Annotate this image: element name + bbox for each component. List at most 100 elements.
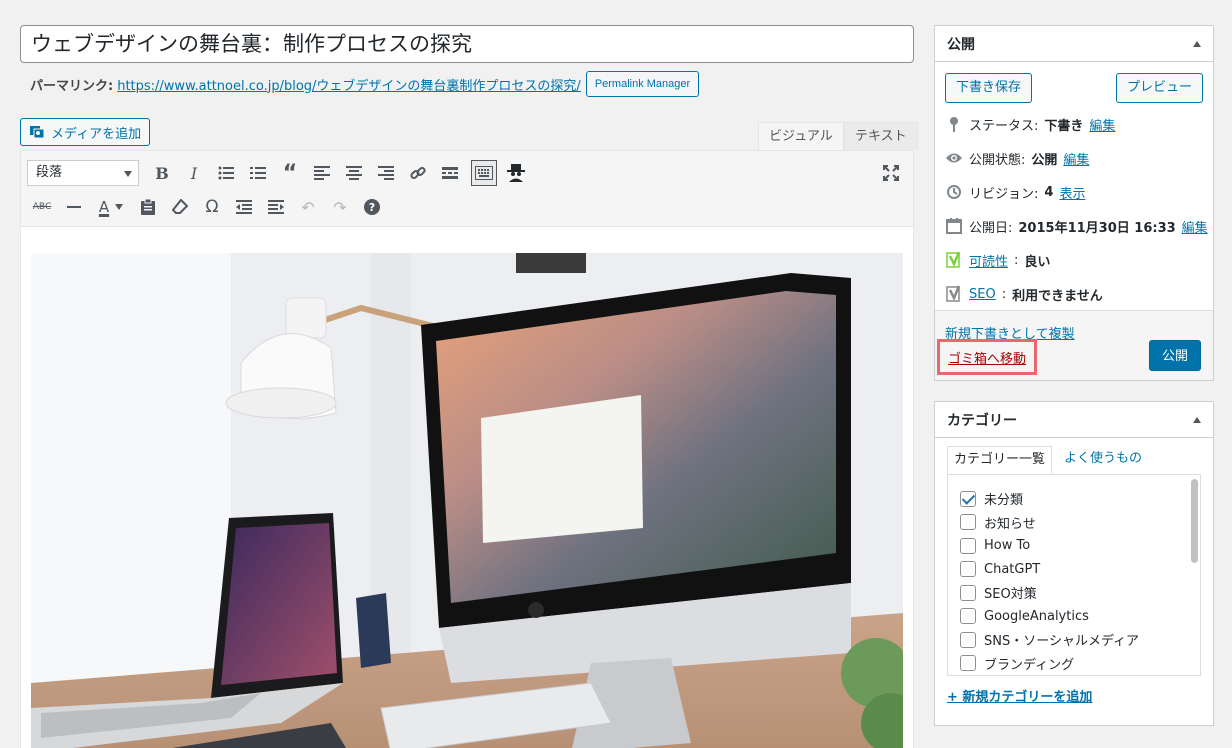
spy-agent-icon[interactable] bbox=[501, 159, 531, 187]
blockquote-icon[interactable]: “ bbox=[275, 159, 305, 187]
readability-value: 良い bbox=[1024, 254, 1051, 270]
outdent-icon[interactable] bbox=[229, 193, 259, 221]
visibility-edit-link[interactable]: 編集 bbox=[1063, 149, 1089, 168]
category-item[interactable]: GoogleAnalytics bbox=[948, 605, 1200, 629]
redo-icon[interactable]: ↷ bbox=[325, 193, 355, 221]
revisions-view-link[interactable]: 表示 bbox=[1059, 183, 1085, 202]
editor-toolbar: 段落 B I “ ABC A Ω ↶ ↷ ? bbox=[21, 151, 913, 227]
read-more-icon[interactable] bbox=[435, 159, 465, 187]
category-checklist: 未分類お知らせ How To ChatGPT SEO対策 GoogleAnalytics… bbox=[947, 474, 1201, 676]
help-icon[interactable]: ? bbox=[357, 193, 387, 221]
category-item[interactable]: 未分類 bbox=[948, 487, 1200, 511]
pin-icon bbox=[945, 115, 963, 133]
permalink-label: パーマリンク: bbox=[30, 78, 114, 94]
publish-button[interactable]: 公開 bbox=[1148, 340, 1201, 371]
permalink-manager-button[interactable]: Permalink Manager bbox=[585, 71, 700, 97]
undo-icon[interactable]: ↶ bbox=[293, 193, 323, 221]
category-item[interactable]: ChatGPT bbox=[948, 558, 1200, 582]
readability-row: 可読性: 良い bbox=[945, 248, 1050, 272]
align-right-icon[interactable] bbox=[371, 159, 401, 187]
category-label: ChatGPT bbox=[984, 561, 1041, 577]
special-character-icon[interactable]: Ω bbox=[197, 193, 227, 221]
category-item[interactable]: お知らせ bbox=[948, 511, 1200, 535]
category-label: GoogleAnalytics bbox=[984, 608, 1089, 624]
category-label: お知らせ bbox=[984, 516, 1036, 532]
category-item[interactable]: How To bbox=[948, 534, 1200, 558]
collapse-caret-icon[interactable] bbox=[1193, 416, 1201, 423]
tab-text[interactable]: テキスト bbox=[844, 122, 918, 150]
revisions-label: リビジョン: bbox=[969, 186, 1039, 202]
scrollbar-thumb[interactable] bbox=[1191, 479, 1198, 563]
category-checkbox[interactable] bbox=[960, 655, 976, 672]
category-label: ブランディング bbox=[984, 657, 1075, 673]
link-icon[interactable] bbox=[403, 159, 433, 187]
move-to-trash-link[interactable]: ゴミ箱へ移動 bbox=[948, 348, 1026, 367]
publish-box-header[interactable]: 公開 bbox=[935, 26, 1213, 62]
calendar-icon bbox=[945, 217, 963, 235]
revisions-value: 4 bbox=[1044, 184, 1054, 200]
category-checkbox[interactable] bbox=[960, 608, 976, 625]
add-new-category-link[interactable]: + 新規カテゴリーを追加 bbox=[947, 686, 1092, 705]
preview-button[interactable]: プレビュー bbox=[1115, 73, 1203, 103]
category-label: How To bbox=[984, 538, 1031, 554]
permalink-row: パーマリンク: https://www.attnoel.co.jp/blog/ウ… bbox=[30, 71, 700, 97]
tab-visual[interactable]: ビジュアル bbox=[758, 122, 844, 151]
italic-icon[interactable]: I bbox=[179, 159, 209, 187]
status-value: 下書き bbox=[1044, 118, 1084, 134]
publish-box-title: 公開 bbox=[947, 36, 975, 53]
bold-icon[interactable]: B bbox=[147, 159, 177, 187]
indent-icon[interactable] bbox=[261, 193, 291, 221]
category-checkbox[interactable] bbox=[960, 514, 976, 531]
horizontal-line-icon[interactable] bbox=[59, 193, 89, 221]
strikethrough-icon[interactable]: ABC bbox=[27, 193, 57, 221]
tab-all-categories[interactable]: カテゴリー一覧 bbox=[947, 446, 1053, 474]
status-label: ステータス: bbox=[969, 118, 1039, 134]
numbered-list-icon[interactable] bbox=[243, 159, 273, 187]
category-label: SEO対策 bbox=[984, 587, 1037, 603]
toolbar-toggle-icon[interactable] bbox=[471, 160, 497, 186]
category-scrollbar[interactable] bbox=[1190, 477, 1198, 673]
category-item[interactable]: SEO対策 bbox=[948, 581, 1200, 605]
category-item[interactable]: ブランディング bbox=[948, 652, 1200, 676]
category-label: 未分類 bbox=[984, 493, 1024, 509]
status-edit-link[interactable]: 編集 bbox=[1089, 115, 1115, 134]
publish-box: 公開 下書き保存 プレビュー ステータス: 下書き 編集 公開状態: 公開 編集… bbox=[934, 25, 1214, 381]
yoast-readability-icon bbox=[945, 251, 963, 269]
category-checkbox[interactable] bbox=[960, 537, 976, 554]
permalink-url-link[interactable]: https://www.attnoel.co.jp/blog/ウェブデザインの舞… bbox=[117, 75, 581, 94]
category-tabs: カテゴリー一覧 よく使うもの bbox=[947, 446, 1148, 474]
category-checkbox[interactable] bbox=[960, 631, 976, 648]
trash-highlight: ゴミ箱へ移動 bbox=[937, 339, 1038, 375]
yoast-seo-icon bbox=[945, 285, 963, 303]
post-featured-photo[interactable] bbox=[31, 253, 903, 748]
visibility-label: 公開状態: bbox=[969, 152, 1026, 168]
revisions-row: リビジョン: 4 表示 bbox=[945, 180, 1085, 204]
bullet-list-icon[interactable] bbox=[211, 159, 241, 187]
paste-text-icon[interactable] bbox=[133, 193, 163, 221]
collapse-caret-icon[interactable] bbox=[1193, 40, 1201, 47]
category-box: カテゴリー カテゴリー一覧 よく使うもの 未分類お知らせ How To ChatGP… bbox=[934, 401, 1214, 726]
tab-most-used[interactable]: よく使うもの bbox=[1052, 446, 1148, 474]
align-left-icon[interactable] bbox=[307, 159, 337, 187]
seo-link[interactable]: SEO bbox=[969, 287, 996, 302]
publishing-actions: 新規下書きとして複製 ゴミ箱へ移動 公開 bbox=[935, 310, 1213, 380]
date-edit-link[interactable]: 編集 bbox=[1182, 217, 1208, 236]
add-media-button[interactable]: メディアを追加 bbox=[20, 118, 151, 146]
seo-row: SEO: 利用できません bbox=[945, 282, 1103, 306]
category-checkbox[interactable] bbox=[960, 584, 976, 601]
readability-link[interactable]: 可読性 bbox=[969, 251, 1008, 270]
category-label: SNS・ソーシャルメディア bbox=[984, 634, 1140, 650]
revisions-history-icon bbox=[945, 183, 963, 201]
align-center-icon[interactable] bbox=[339, 159, 369, 187]
category-checkbox[interactable] bbox=[960, 490, 976, 507]
format-select[interactable]: 段落 bbox=[27, 160, 139, 186]
category-item[interactable]: SNS・ソーシャルメディア bbox=[948, 628, 1200, 652]
category-box-header[interactable]: カテゴリー bbox=[935, 402, 1213, 438]
save-draft-button[interactable]: 下書き保存 bbox=[945, 73, 1033, 103]
editor-area[interactable]: 段落 B I “ ABC A Ω ↶ ↷ ? bbox=[20, 150, 914, 748]
text-color-icon[interactable]: A bbox=[91, 193, 131, 221]
category-checkbox[interactable] bbox=[960, 561, 976, 578]
clear-formatting-icon[interactable] bbox=[165, 193, 195, 221]
post-title-input[interactable]: ウェブデザインの舞台裏：制作プロセスの探究 bbox=[20, 25, 914, 63]
fullscreen-icon[interactable] bbox=[879, 161, 903, 185]
